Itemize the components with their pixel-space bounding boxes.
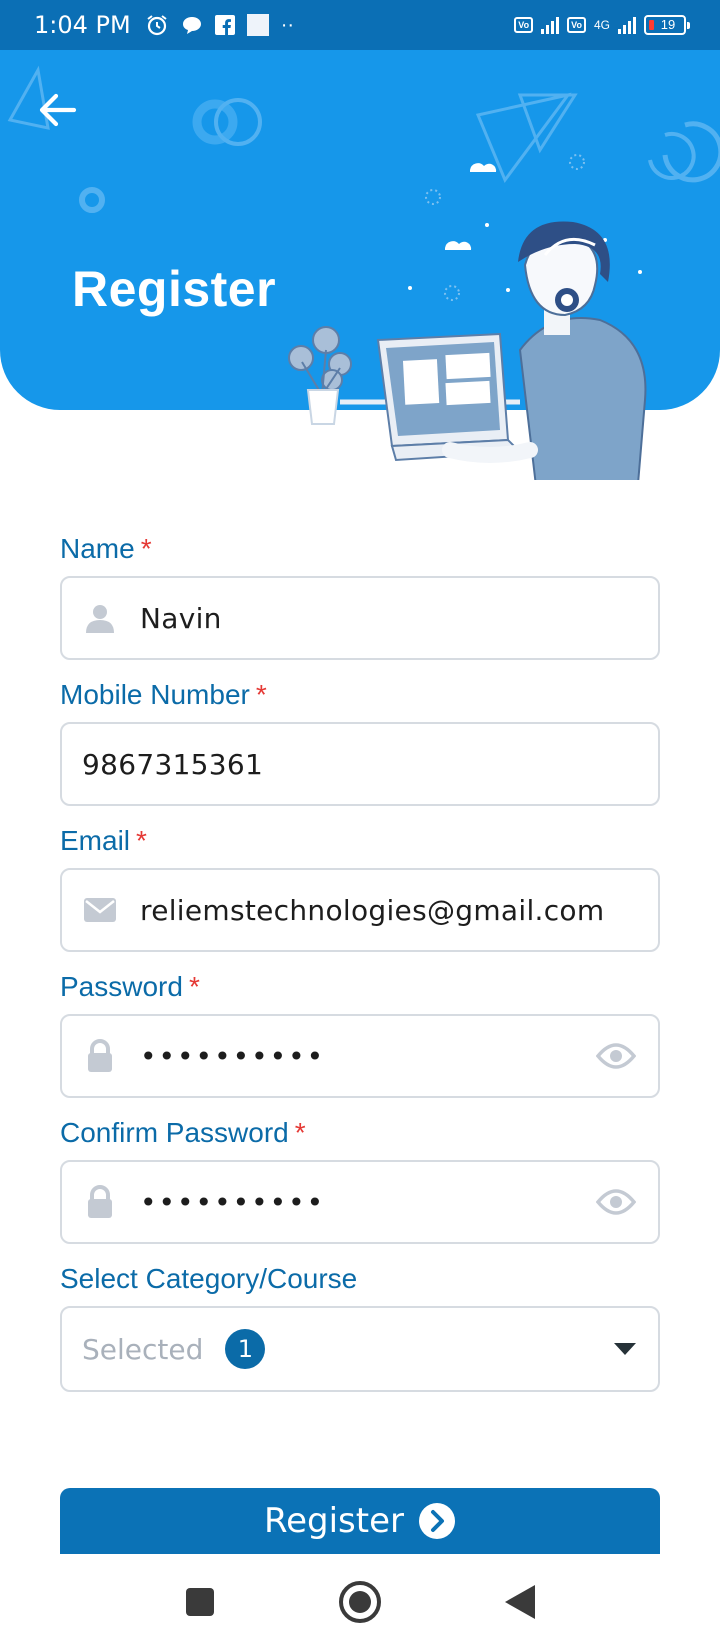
email-label-text: Email bbox=[60, 825, 131, 856]
system-navigation-bar bbox=[0, 1554, 720, 1650]
eye-icon bbox=[596, 1043, 636, 1069]
notification-icons: ·· bbox=[145, 13, 294, 37]
triangle-back-icon bbox=[505, 1585, 535, 1619]
password-field-group: Password * •••••••••• bbox=[60, 968, 660, 1098]
battery-icon: 19 bbox=[644, 15, 690, 35]
circle-icon bbox=[339, 1581, 381, 1623]
password-label: Password * bbox=[60, 968, 660, 1006]
header: Register bbox=[0, 50, 720, 480]
required-marker: * bbox=[188, 971, 200, 1002]
category-select[interactable]: Selected 1 bbox=[60, 1306, 660, 1392]
name-field-group: Name * bbox=[60, 530, 660, 660]
required-marker: * bbox=[294, 1117, 306, 1148]
battery-level: 19 bbox=[660, 17, 676, 32]
signal-icon bbox=[541, 16, 560, 34]
notification-placeholder-icon bbox=[246, 14, 269, 36]
category-field-group: Select Category/Course Selected 1 bbox=[60, 1260, 660, 1392]
confirm-password-field-group: Confirm Password * •••••••••• bbox=[60, 1114, 660, 1244]
lock-icon bbox=[82, 1184, 118, 1220]
password-field[interactable]: •••••••••• bbox=[60, 1014, 660, 1098]
email-field[interactable] bbox=[60, 868, 660, 952]
status-bar: 1:04 PM ·· Vo Vo 4G 19 bbox=[0, 0, 720, 50]
mail-icon bbox=[82, 892, 118, 928]
chevron-down-icon bbox=[614, 1343, 636, 1355]
person-icon bbox=[82, 600, 118, 636]
back-button[interactable] bbox=[34, 86, 82, 134]
back-nav-button[interactable] bbox=[490, 1572, 550, 1632]
more-notifications-icon: ·· bbox=[280, 14, 295, 36]
volte-icon: Vo bbox=[514, 17, 534, 33]
name-field[interactable] bbox=[60, 576, 660, 660]
confirm-password-field[interactable]: •••••••••• bbox=[60, 1160, 660, 1244]
required-marker: * bbox=[136, 825, 147, 856]
mobile-field-group: Mobile Number * bbox=[60, 676, 660, 806]
password-label-text: Password bbox=[60, 971, 183, 1002]
page-title: Register bbox=[72, 261, 277, 317]
show-password-button[interactable] bbox=[594, 1038, 638, 1074]
register-button[interactable]: Register bbox=[60, 1488, 660, 1554]
register-form: Name* Mobile Number* Email* Password* bbox=[60, 530, 660, 1408]
mobile-label-text: Mobile Number bbox=[60, 679, 250, 710]
status-left: 1:04 PM ·· bbox=[34, 11, 294, 39]
mobile-input[interactable] bbox=[82, 747, 638, 781]
confirm-password-label: Confirm Password * bbox=[60, 1114, 660, 1152]
eye-icon bbox=[596, 1189, 636, 1215]
signal-icon-2 bbox=[618, 16, 636, 34]
status-time: 1:04 PM bbox=[34, 11, 131, 39]
required-marker: * bbox=[255, 679, 267, 710]
name-input[interactable] bbox=[140, 601, 638, 635]
mobile-field[interactable] bbox=[60, 722, 660, 806]
recent-apps-button[interactable] bbox=[170, 1572, 230, 1632]
arrow-left-icon bbox=[39, 93, 77, 127]
arrow-right-circle-icon bbox=[418, 1503, 455, 1539]
selected-count-badge: 1 bbox=[225, 1329, 266, 1369]
facebook-icon bbox=[214, 15, 235, 35]
category-placeholder: Selected bbox=[82, 1332, 204, 1366]
category-label: Select Category/Course bbox=[60, 1263, 358, 1294]
email-field-group: Email * bbox=[60, 822, 660, 952]
required-marker: * bbox=[140, 533, 152, 564]
password-input[interactable]: •••••••••• bbox=[140, 1040, 594, 1073]
confirm-password-input[interactable]: •••••••••• bbox=[140, 1186, 594, 1219]
alarm-icon bbox=[147, 15, 167, 36]
volte-icon-2: Vo bbox=[567, 17, 586, 33]
chat-icon bbox=[182, 17, 201, 34]
home-button[interactable] bbox=[330, 1572, 390, 1632]
name-label-text: Name bbox=[60, 533, 135, 564]
name-label: Name * bbox=[60, 530, 660, 568]
mobile-label: Mobile Number * bbox=[60, 676, 660, 714]
register-button-label: Register bbox=[264, 1501, 404, 1541]
email-label: Email * bbox=[60, 822, 660, 860]
email-input[interactable] bbox=[140, 893, 638, 927]
confirm-password-label-text: Confirm Password bbox=[60, 1117, 289, 1148]
square-icon bbox=[186, 1588, 214, 1616]
status-right: Vo Vo 4G 19 bbox=[514, 15, 690, 35]
lock-icon bbox=[82, 1038, 118, 1074]
show-confirm-password-button[interactable] bbox=[594, 1184, 638, 1220]
network-type: 4G bbox=[593, 18, 610, 32]
